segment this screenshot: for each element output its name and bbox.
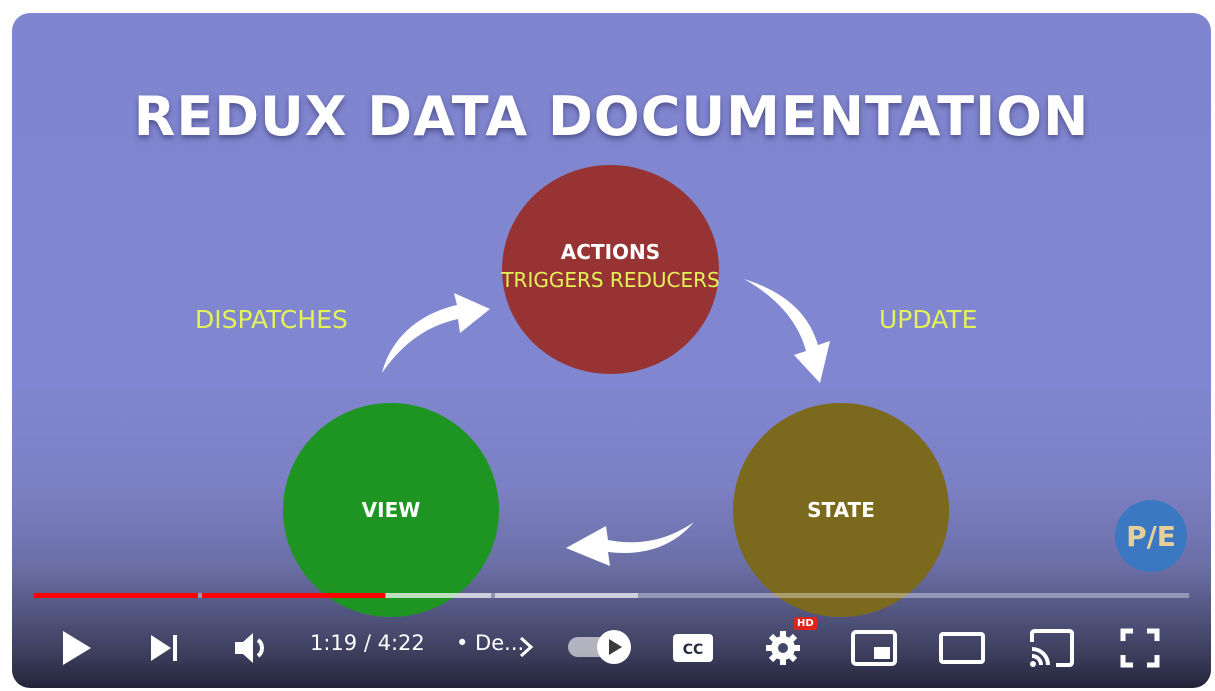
- volume-icon: [235, 633, 264, 663]
- theater-icon: [939, 632, 985, 664]
- fullscreen-button[interactable]: [1116, 626, 1164, 670]
- state-label: STATE: [807, 498, 875, 522]
- update-arrow-icon: [744, 279, 830, 383]
- progress-buffered: [495, 593, 638, 598]
- video-player[interactable]: REDUX DATA DOCUMENTATION ACTIONS TRIGGER…: [12, 13, 1211, 688]
- actions-circle: ACTIONS TRIGGERS REDUCERS: [501, 165, 720, 374]
- autoplay-toggle-icon: [568, 630, 631, 664]
- progress-bar[interactable]: [34, 593, 1189, 598]
- autoplay-toggle[interactable]: [564, 628, 636, 666]
- cast-button[interactable]: [1026, 626, 1078, 670]
- miniplayer-button[interactable]: [848, 626, 900, 670]
- progress-played-chapter: [34, 593, 198, 598]
- update-label: UPDATE: [879, 305, 978, 334]
- chevron-right-icon: [519, 636, 534, 658]
- dispatches-label: DISPATCHES: [195, 305, 348, 334]
- next-button[interactable]: [142, 626, 186, 670]
- progress-buffered: [386, 593, 491, 598]
- actions-label: ACTIONS: [560, 239, 661, 264]
- settings-icon: [766, 631, 800, 665]
- time-display: 1:19 / 4:22: [310, 631, 425, 655]
- cc-icon: CC: [673, 634, 713, 662]
- svg-text:CC: CC: [683, 642, 704, 658]
- hd-badge: HD: [794, 617, 817, 630]
- theater-mode-button[interactable]: [936, 626, 988, 670]
- player-controls: 1:19 / 4:22 • De... CC: [12, 616, 1211, 676]
- captions-button[interactable]: CC: [670, 626, 716, 670]
- next-icon: [151, 635, 177, 661]
- settings-button[interactable]: [760, 626, 806, 670]
- miniplayer-icon: [851, 630, 897, 666]
- dispatches-arrow-icon: [382, 293, 490, 373]
- state-circle: STATE: [733, 403, 949, 617]
- play-button[interactable]: [54, 626, 98, 670]
- back-arrow-icon: [566, 522, 694, 566]
- chapter-chevron-button[interactable]: [514, 630, 538, 664]
- progress-played: [202, 593, 385, 598]
- fullscreen-icon: [1120, 628, 1160, 668]
- channel-watermark[interactable]: P/E: [1115, 500, 1187, 572]
- cast-icon: [1030, 629, 1074, 667]
- play-icon: [63, 631, 91, 665]
- video-slide-title: REDUX DATA DOCUMENTATION: [133, 85, 1090, 148]
- view-label: VIEW: [361, 498, 421, 522]
- actions-sub-label: TRIGGERS REDUCERS: [501, 267, 720, 292]
- volume-button[interactable]: [230, 626, 274, 670]
- view-circle: VIEW: [283, 403, 499, 617]
